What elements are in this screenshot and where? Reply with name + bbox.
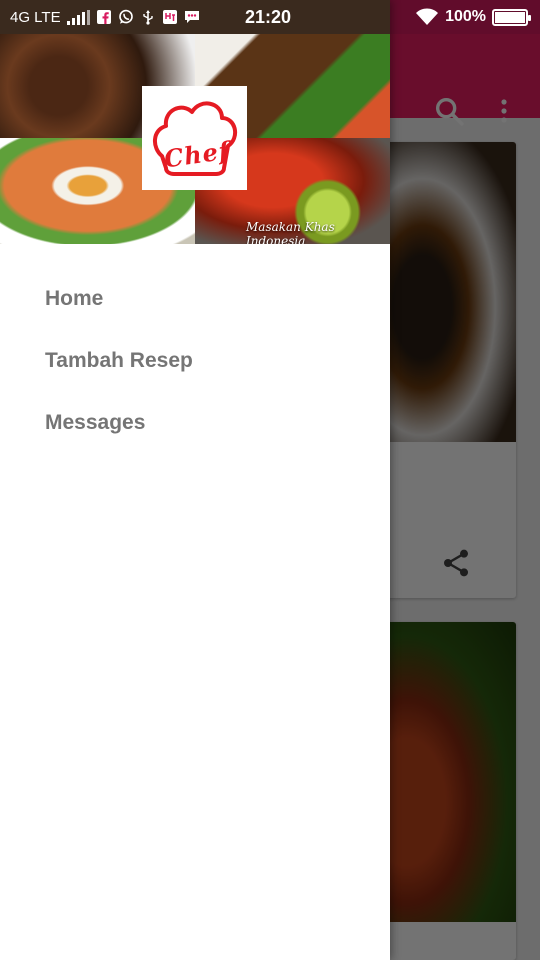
navigation-drawer: Masakan Khas Indonesia Chef Home Tambah … — [0, 0, 390, 960]
drawer-menu: Home Tambah Resep Messages — [0, 268, 390, 454]
status-bar: 4G LTE 21:20 100% — [0, 0, 540, 34]
menu-item-home[interactable]: Home — [0, 268, 390, 330]
signal-icon — [66, 9, 90, 25]
chat-icon — [184, 11, 199, 23]
app-logo: Chef — [142, 86, 247, 190]
header-caption: Masakan Khas Indonesia — [246, 220, 335, 244]
network-type: 4G LTE — [10, 8, 61, 26]
usb-icon — [142, 10, 153, 25]
menu-item-tambah-resep[interactable]: Tambah Resep — [0, 330, 390, 392]
battery-icon — [492, 8, 531, 26]
whatsapp-icon — [118, 9, 133, 24]
vpn-icon — [162, 10, 177, 24]
drawer-header: Masakan Khas Indonesia Chef — [0, 0, 390, 244]
wifi-icon — [416, 8, 439, 25]
menu-item-messages[interactable]: Messages — [0, 392, 390, 454]
facebook-icon — [96, 10, 111, 24]
status-clock: 21:20 — [245, 7, 292, 27]
battery-percent: 100% — [445, 8, 486, 25]
